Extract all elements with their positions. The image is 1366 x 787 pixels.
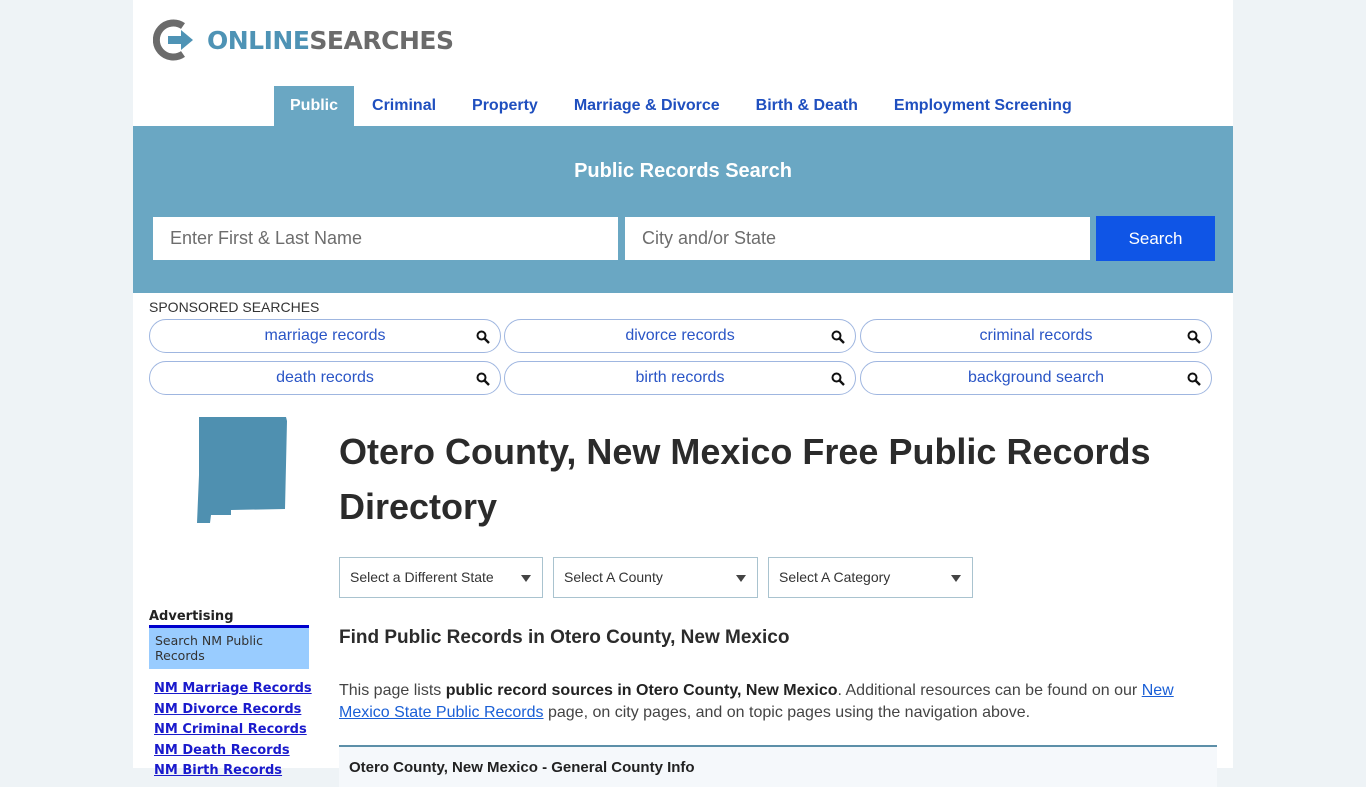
sidebar-link-nm-death-records[interactable]: NM Death Records xyxy=(154,742,312,763)
search-icon xyxy=(831,330,845,344)
intro-paragraph: This page lists public record sources in… xyxy=(339,680,1219,724)
new-mexico-state-map-icon xyxy=(197,417,287,523)
sponsored-pill-criminal-records[interactable]: criminal records xyxy=(860,319,1212,353)
site-logo[interactable]: ONLINESEARCHES xyxy=(153,18,454,62)
search-icon xyxy=(476,372,490,386)
main-nav: Public Criminal Property Marriage & Divo… xyxy=(274,86,1090,126)
power-arrow-logo-icon xyxy=(153,19,193,61)
nav-tab-public[interactable]: Public xyxy=(274,86,355,126)
name-search-input[interactable] xyxy=(153,217,618,260)
search-panel-title: Public Records Search xyxy=(574,160,792,182)
state-select[interactable]: Select a Different State xyxy=(339,557,543,598)
sidebar-link-nm-criminal-records[interactable]: NM Criminal Records xyxy=(154,721,312,742)
sidebar-link-nm-divorce-records[interactable]: NM Divorce Records xyxy=(154,701,312,722)
general-county-info-box: Otero County, New Mexico - General Count… xyxy=(339,745,1217,787)
search-icon xyxy=(1187,372,1201,386)
section-heading: Find Public Records in Otero County, New… xyxy=(339,627,790,648)
location-search-input[interactable] xyxy=(625,217,1090,260)
pill-label: death records xyxy=(276,369,374,386)
pill-label: birth records xyxy=(635,369,725,386)
page-container: ONLINESEARCHES Public Criminal Property … xyxy=(133,0,1233,787)
pill-label: divorce records xyxy=(625,327,735,344)
nav-tab-property[interactable]: Property xyxy=(454,86,556,126)
pill-label: marriage records xyxy=(264,327,386,344)
search-icon xyxy=(476,330,490,344)
county-select[interactable]: Select A County xyxy=(553,557,758,598)
advertising-label: Advertising xyxy=(149,609,234,624)
sponsored-pill-marriage-records[interactable]: marriage records xyxy=(149,319,501,353)
search-icon xyxy=(831,372,845,386)
intro-bold-text: public record sources in Otero County, N… xyxy=(445,682,838,699)
page-title: Otero County, New Mexico Free Public Rec… xyxy=(339,431,1151,527)
chevron-down-icon xyxy=(736,575,746,582)
logo-text-online: ONLINE xyxy=(207,25,310,55)
advertising-box: Search NM Public Records xyxy=(149,625,309,669)
county-select-value: Select A County xyxy=(564,569,663,585)
sidebar-link-nm-birth-records[interactable]: NM Birth Records xyxy=(154,762,312,783)
search-button[interactable]: Search xyxy=(1096,216,1215,261)
sponsored-pill-birth-records[interactable]: birth records xyxy=(504,361,856,395)
nav-tab-employment-screening[interactable]: Employment Screening xyxy=(876,86,1090,126)
intro-text-2: . Additional resources can be found on o… xyxy=(837,682,1142,699)
state-select-value: Select a Different State xyxy=(350,569,494,585)
intro-text-1: This page lists xyxy=(339,682,446,699)
category-select[interactable]: Select A Category xyxy=(768,557,973,598)
sponsored-searches-label: SPONSORED SEARCHES xyxy=(149,299,320,315)
chevron-down-icon xyxy=(521,575,531,582)
pill-label: criminal records xyxy=(979,327,1093,344)
logo-text: ONLINESEARCHES xyxy=(207,25,454,55)
intro-text-3: page, on city pages, and on topic pages … xyxy=(543,704,1031,721)
sponsored-pill-background-search[interactable]: background search xyxy=(860,361,1212,395)
nav-tab-birth-death[interactable]: Birth & Death xyxy=(738,86,876,126)
nav-tab-marriage-divorce[interactable]: Marriage & Divorce xyxy=(556,86,738,126)
category-select-value: Select A Category xyxy=(779,569,891,585)
sponsored-pill-death-records[interactable]: death records xyxy=(149,361,501,395)
logo-text-searches: SEARCHES xyxy=(309,25,454,55)
nav-tab-criminal[interactable]: Criminal xyxy=(354,86,454,126)
pill-label: background search xyxy=(967,369,1105,386)
search-panel: Public Records Search Search xyxy=(133,126,1233,293)
chevron-down-icon xyxy=(951,575,961,582)
sidebar-link-nm-marriage-records[interactable]: NM Marriage Records xyxy=(154,680,312,701)
search-icon xyxy=(1187,330,1201,344)
sponsored-pill-divorce-records[interactable]: divorce records xyxy=(504,319,856,353)
